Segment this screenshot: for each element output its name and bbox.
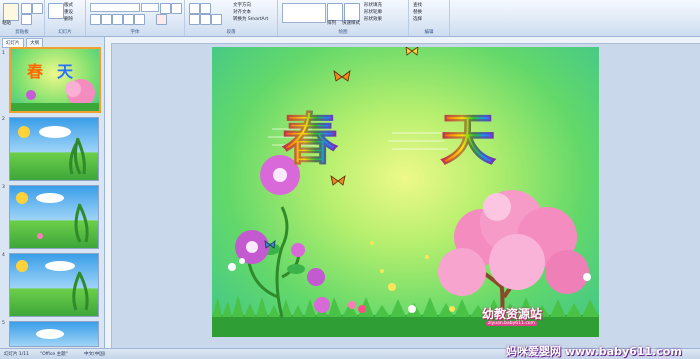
horizontal-ruler[interactable] — [105, 37, 700, 44]
slide-counter: 幻灯片 1/11 — [4, 352, 30, 357]
shape-effects-button[interactable]: 形状效果 — [364, 16, 382, 22]
thumbnail-number: 5 — [2, 321, 5, 326]
quick-styles-icon[interactable] — [344, 3, 360, 21]
butterfly-icon — [330, 175, 346, 186]
underline-icon[interactable] — [112, 14, 123, 25]
thumbnail-number: 2 — [2, 117, 5, 122]
vertical-ruler[interactable] — [105, 43, 112, 348]
delete-button[interactable]: 删除 — [64, 16, 73, 22]
clipboard-group-label: 剪贴板 — [15, 30, 29, 35]
panel-tabs: 幻灯片 大纲 — [2, 38, 44, 48]
slide-artwork — [212, 47, 599, 337]
thumbnail-number: 3 — [2, 185, 5, 190]
align-text-button[interactable]: 对齐文本 — [233, 9, 251, 15]
find-button[interactable]: 查找 — [413, 2, 422, 8]
language-indicator: 中文(中国) — [84, 352, 106, 357]
shrink-font-icon[interactable] — [171, 3, 182, 14]
thumbnail-3-art — [16, 192, 89, 243]
shape-outline-button[interactable]: 形状轮廓 — [364, 9, 382, 15]
layout-button[interactable]: 版式 — [64, 2, 73, 8]
font-group: 字体 — [86, 0, 185, 36]
thumbnail-number: 4 — [2, 253, 5, 258]
thumbnail-5-art — [36, 329, 64, 339]
paragraph-group: 文字方向 对齐文本 转换为 SmartArt 段落 — [185, 0, 278, 36]
cut-icon[interactable] — [21, 3, 32, 14]
strikethrough-icon[interactable] — [123, 14, 134, 25]
align-right-icon[interactable] — [211, 14, 222, 25]
arrange-button[interactable]: 排列 — [327, 20, 336, 26]
bullets-icon[interactable] — [189, 3, 200, 14]
bold-icon[interactable] — [90, 14, 101, 25]
smartart-button[interactable]: 转换为 SmartArt — [233, 16, 268, 22]
svg-text:天: 天 — [57, 62, 74, 81]
thumbnail-4-art — [16, 260, 89, 311]
font-name-select[interactable] — [90, 3, 140, 12]
editing-group-label: 编辑 — [424, 30, 434, 35]
paste-icon[interactable] — [3, 3, 19, 21]
paragraph-group-label: 段落 — [226, 30, 236, 35]
ribbon: 粘贴 剪贴板 版式 重设 删除 幻灯片 字体 文字方向 对齐文本 转换为 Sma… — [0, 0, 700, 37]
text-direction-button[interactable]: 文字方向 — [233, 2, 251, 8]
slide-thumbnail-5[interactable] — [9, 321, 99, 347]
slide-title-char-1[interactable]: 春 — [282, 95, 339, 176]
align-left-icon[interactable] — [189, 14, 200, 25]
font-color-icon[interactable] — [156, 14, 167, 25]
site-logo-url: ziyuan.baby611.com — [486, 321, 537, 326]
replace-button[interactable]: 替换 — [413, 9, 422, 15]
editing-group: 查找 替换 选择 编辑 — [409, 0, 450, 36]
slides-panel: 幻灯片 大纲 1 春 天 2 3 4 5 — [0, 37, 105, 348]
slide-thumbnail-3[interactable] — [9, 185, 99, 249]
slide-thumbnail-4[interactable] — [9, 253, 99, 317]
clipboard-group: 粘贴 剪贴板 — [0, 0, 45, 36]
new-slide-icon[interactable] — [48, 3, 64, 19]
font-group-label: 字体 — [130, 30, 140, 35]
blossom-tree — [438, 190, 589, 318]
format-painter-icon[interactable] — [32, 3, 43, 14]
site-logo: 幼教资源站 — [482, 307, 543, 321]
arrange-icon[interactable] — [327, 3, 343, 21]
thumbnail-2-art — [18, 126, 86, 175]
butterfly-icon — [333, 70, 351, 82]
drawing-group: 排列 快速样式 形状填充 形状轮廓 形状效果 绘图 — [278, 0, 409, 36]
slide-thumbnail-2[interactable] — [9, 117, 99, 181]
thumbnail-1-art: 春 天 — [11, 62, 99, 111]
watermark-text: 妈咪爱婴网 www.baby611.com — [506, 345, 682, 358]
slide-thumbnail-1[interactable]: 春 天 — [9, 47, 101, 113]
morning-glory-flowers — [235, 155, 330, 318]
quick-styles-button[interactable]: 快速样式 — [342, 20, 360, 26]
thumbnail-number: 1 — [2, 51, 5, 56]
italic-icon[interactable] — [101, 14, 112, 25]
paste-button[interactable]: 粘贴 — [2, 20, 11, 26]
select-button[interactable]: 选择 — [413, 16, 422, 22]
grow-font-icon[interactable] — [160, 3, 171, 14]
shape-fill-button[interactable]: 形状填充 — [364, 2, 382, 8]
butterfly-icon — [405, 47, 419, 56]
reset-button[interactable]: 重设 — [64, 9, 73, 15]
font-size-select[interactable] — [141, 3, 159, 12]
copy-icon[interactable] — [21, 14, 32, 25]
drawing-group-label: 绘图 — [338, 30, 348, 35]
slides-group-label: 幻灯片 — [58, 30, 72, 35]
slide-title-char-2[interactable]: 天 — [440, 95, 497, 176]
numbering-icon[interactable] — [200, 3, 211, 14]
align-center-icon[interactable] — [200, 14, 211, 25]
slides-group: 版式 重设 删除 幻灯片 — [45, 0, 86, 36]
shadow-icon[interactable] — [134, 14, 145, 25]
shapes-gallery[interactable] — [282, 3, 326, 23]
theme-name: "Office 主题" — [40, 352, 68, 357]
slide-canvas[interactable]: 春 天 幼教资源站 ziyuan.baby611.com — [212, 47, 599, 337]
svg-text:春: 春 — [26, 62, 44, 81]
